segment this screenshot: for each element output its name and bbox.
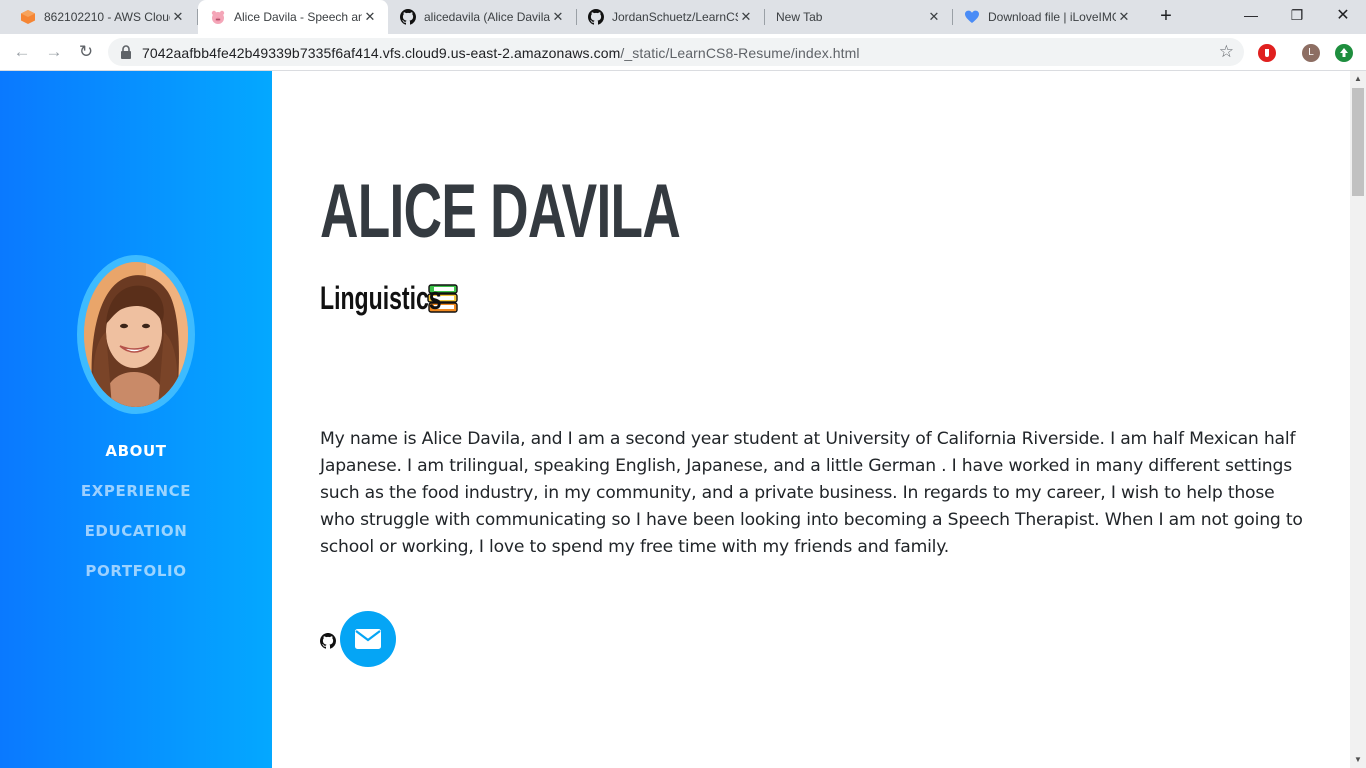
sidebar-nav: ABOUT EXPERIENCE EDUCATION PORTFOLIO	[0, 431, 272, 591]
close-icon[interactable]: ✕	[362, 9, 378, 25]
github-icon	[588, 9, 604, 25]
tab-strip: 862102210 - AWS Cloud9 ✕ Alice Davila - …	[0, 0, 1366, 34]
tab-new-tab[interactable]: New Tab ✕	[764, 0, 952, 34]
sidebar: ABOUT EXPERIENCE EDUCATION PORTFOLIO	[0, 71, 272, 768]
pig-icon	[210, 9, 226, 25]
tab-alice-davila[interactable]: Alice Davila - Speech and ✕	[198, 0, 388, 34]
nav-item-education[interactable]: EDUCATION	[0, 511, 272, 551]
github-icon[interactable]	[320, 633, 336, 649]
bookmark-star-icon[interactable]: ☆	[1219, 42, 1234, 62]
close-icon[interactable]: ✕	[550, 9, 566, 25]
scroll-down-arrow[interactable]: ▼	[1350, 752, 1366, 768]
back-button[interactable]: ←	[8, 38, 36, 66]
email-button[interactable]	[340, 611, 396, 667]
envelope-icon	[355, 629, 381, 649]
subtitle-text: Linguistics	[320, 280, 442, 316]
nav-item-about[interactable]: ABOUT	[0, 431, 272, 471]
address-bar[interactable]: 7042aafbb4fe42b49339b7335f6af414.vfs.clo…	[108, 38, 1244, 66]
lock-icon	[121, 45, 131, 59]
tab-title: alicedavila (Alice Davila)	[424, 10, 550, 24]
tab-title: 862102210 - AWS Cloud9	[44, 10, 170, 24]
page-viewport: ABOUT EXPERIENCE EDUCATION PORTFOLIO ALI…	[0, 71, 1366, 768]
tab-learncs8-github[interactable]: JordanSchuetz/LearnCS8 ✕	[576, 0, 764, 34]
page-title: ALICE DAVILA	[320, 169, 681, 254]
minimize-button[interactable]: —	[1228, 0, 1274, 30]
window-close-button[interactable]: ✕	[1320, 0, 1366, 30]
vertical-scrollbar[interactable]: ▲ ▼	[1350, 71, 1366, 768]
adblock-extension-icon[interactable]	[1258, 44, 1276, 62]
tab-aws-cloud9[interactable]: 862102210 - AWS Cloud9 ✕	[8, 0, 196, 34]
nav-item-portfolio[interactable]: PORTFOLIO	[0, 551, 272, 591]
browser-toolbar: ← → ↻ 7042aafbb4fe42b49339b7335f6af414.v…	[0, 34, 1366, 71]
url-host: 7042aafbb4fe42b49339b7335f6af414.vfs.clo…	[142, 45, 621, 61]
scroll-up-arrow[interactable]: ▲	[1350, 71, 1366, 87]
close-icon[interactable]: ✕	[926, 9, 942, 25]
close-icon[interactable]: ✕	[738, 9, 754, 25]
forward-button[interactable]: →	[40, 38, 68, 66]
bio-paragraph: My name is Alice Davila, and I am a seco…	[320, 429, 1303, 557]
tab-title: Download file | iLoveIMG	[988, 10, 1116, 24]
about-section: ALICE DAVILA Linguistics My name is Alic…	[272, 71, 1350, 768]
heart-icon	[964, 9, 980, 25]
close-icon[interactable]: ✕	[170, 9, 186, 25]
close-icon[interactable]: ✕	[1116, 9, 1132, 25]
github-icon	[400, 9, 416, 25]
new-tab-button[interactable]: +	[1154, 5, 1178, 29]
tab-alicedavila-github[interactable]: alicedavila (Alice Davila) ✕	[388, 0, 576, 34]
tab-title: Alice Davila - Speech and	[234, 10, 362, 24]
reload-button[interactable]: ↻	[72, 38, 100, 66]
profile-photo	[77, 255, 195, 414]
tab-title: New Tab	[776, 10, 823, 24]
url-text[interactable]: 7042aafbb4fe42b49339b7335f6af414.vfs.clo…	[142, 45, 860, 61]
scroll-thumb[interactable]	[1352, 88, 1364, 196]
subtitle: Linguistics	[320, 280, 460, 317]
nav-item-experience[interactable]: EXPERIENCE	[0, 471, 272, 511]
restore-button[interactable]: ❐	[1274, 0, 1320, 30]
url-path: /_static/LearnCS8-Resume/index.html	[620, 45, 860, 61]
aws-cloud9-icon	[20, 9, 36, 25]
update-extension-icon[interactable]	[1335, 44, 1353, 62]
profile-avatar[interactable]: L	[1302, 44, 1320, 62]
tab-title: JordanSchuetz/LearnCS8	[612, 10, 738, 24]
tab-ilovimg[interactable]: Download file | iLoveIMG ✕	[952, 0, 1142, 34]
